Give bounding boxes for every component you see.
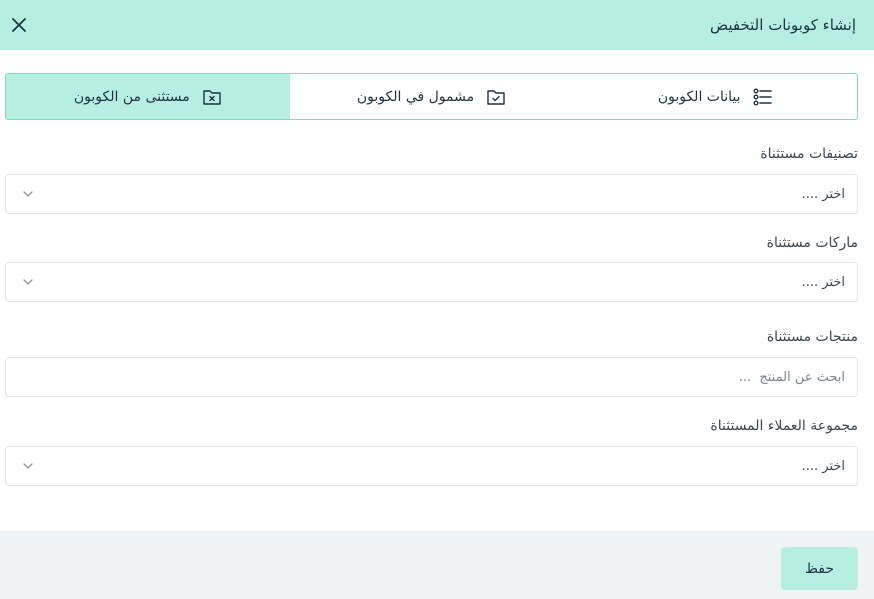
excluded-brands-label: ماركات مستثناة (766, 235, 858, 251)
close-button[interactable] (8, 14, 30, 36)
excluded-brands-select[interactable]: اختر .... (5, 262, 858, 302)
excluded-customer-group-label: مجموعة العملاء المستثناة (710, 418, 858, 434)
select-value: اختر .... (801, 186, 845, 202)
select-value: اختر .... (801, 274, 845, 290)
list-icon (753, 87, 773, 107)
excluded-products-search-input[interactable] (5, 357, 858, 397)
save-button[interactable]: حفظ (781, 547, 858, 590)
excluded-customer-group-select[interactable]: اختر .... (5, 446, 858, 486)
chevron-down-icon (22, 188, 34, 200)
tab-included[interactable]: مشمول في الكوبون (290, 74, 574, 119)
tab-coupon-data[interactable]: بيانات الكوبون (573, 74, 857, 119)
excluded-products-label: منتجات مستثناة (766, 329, 858, 345)
folder-x-icon (202, 87, 222, 107)
tab-label: مستثنى من الكوبون (73, 88, 190, 105)
excluded-categories-select[interactable]: اختر .... (5, 174, 858, 214)
select-value: اختر .... (801, 458, 845, 474)
tab-excluded[interactable]: مستثنى من الكوبون (6, 74, 290, 119)
tab-label: مشمول في الكوبون (356, 88, 475, 105)
modal-footer: حفظ (0, 531, 874, 599)
chevron-down-icon (22, 276, 34, 288)
tab-label: بيانات الكوبون (657, 88, 741, 105)
chevron-down-icon (22, 460, 34, 472)
close-icon (12, 18, 26, 32)
modal-header: إنشاء كوبونات التخفيض (0, 0, 874, 50)
modal-title: إنشاء كوبونات التخفيض (709, 16, 856, 34)
excluded-categories-label: تصنيفات مستثناة (760, 146, 858, 162)
folder-check-icon (486, 87, 506, 107)
coupon-tabs: بيانات الكوبون مشمول في الكوبون مستثنى م… (5, 73, 858, 120)
